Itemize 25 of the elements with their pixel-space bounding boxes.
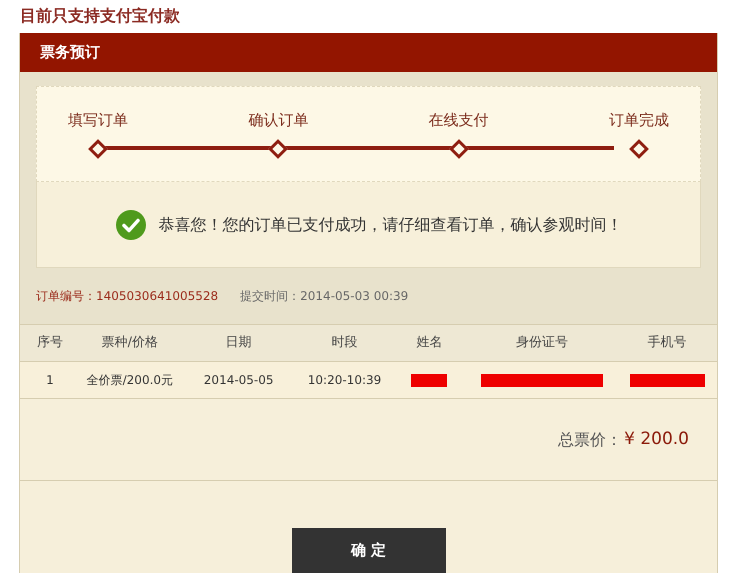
total-price: ¥ 200.0 [624,428,689,451]
redaction-bar [411,374,448,386]
step-label: 确认订单 [248,110,308,131]
table-cell-text: 1 [46,372,54,389]
order-number: 订单编号：1405030641005528 [36,288,218,305]
table-cell-text: 全价票/200.0元 [86,372,174,389]
column-header: 日期 [226,334,252,352]
column-header: 序号 [36,334,63,352]
column-header: 身份证号 [516,334,568,352]
step-label: 填写订单 [68,110,128,131]
step-label: 在线支付 [428,110,489,131]
table-cell-text: 2014-05-05 [204,372,274,389]
confirm-button[interactable]: 确 定 [292,528,446,573]
panel-title: 票务预订 [40,42,100,64]
column-header: 姓名 [416,334,442,352]
submit-time: 提交时间：2014-05-03 00:39 [240,288,408,305]
column-header: 手机号 [648,334,687,352]
column-header: 票种/价格 [102,334,158,352]
column-header: 时段 [332,334,358,352]
check-icon [114,208,146,240]
notice-text: 目前只支持支付宝付款 [19,5,181,27]
total-label: 总票价： [558,428,622,450]
success-message: 恭喜您！您的订单已支付成功，请仔细查看订单，确认参观时间！ [158,214,622,236]
step-label: 订单完成 [608,110,669,131]
table-cell-text: 10:20-10:39 [308,372,382,389]
